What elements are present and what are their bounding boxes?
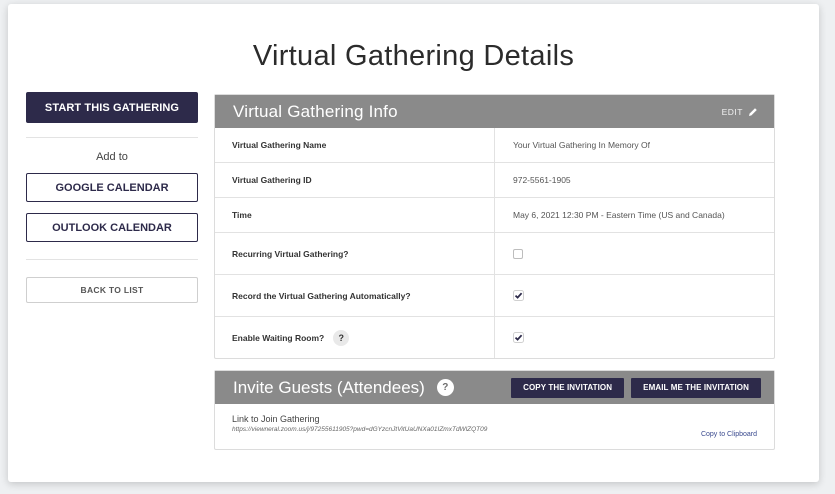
details-card: Virtual Gathering Details START THIS GAT… bbox=[8, 4, 819, 482]
row-value bbox=[495, 233, 774, 274]
help-icon[interactable]: ? bbox=[436, 379, 454, 396]
row-label: Enable Waiting Room? ? bbox=[215, 317, 495, 358]
table-row: Record the Virtual Gathering Automatical… bbox=[215, 274, 774, 316]
copy-to-clipboard-link[interactable]: Copy to Clipboard bbox=[701, 431, 757, 438]
join-link-url[interactable]: https://viewneral.zoom.us/j/97255611905?… bbox=[232, 426, 757, 433]
info-rows: Virtual Gathering Name Your Virtual Gath… bbox=[215, 128, 774, 358]
row-value bbox=[495, 275, 774, 316]
row-value bbox=[495, 317, 774, 358]
row-value: 972-5561-1905 bbox=[513, 175, 571, 185]
row-label: Virtual Gathering Name bbox=[215, 128, 495, 162]
join-link-label: Link to Join Gathering bbox=[232, 414, 320, 424]
row-value: May 6, 2021 12:30 PM - Eastern Time (US … bbox=[513, 210, 725, 220]
email-invitation-button[interactable]: EMAIL ME THE INVITATION bbox=[631, 377, 761, 398]
row-value: Your Virtual Gathering In Memory Of bbox=[513, 140, 651, 150]
row-label: Virtual Gathering ID bbox=[215, 163, 495, 197]
google-calendar-button[interactable]: GOOGLE CALENDAR bbox=[26, 173, 198, 202]
start-gathering-button[interactable]: START THIS GATHERING bbox=[26, 92, 198, 123]
help-icon[interactable]: ? bbox=[333, 329, 350, 346]
add-to-label: Add to bbox=[96, 151, 128, 163]
waiting-room-checkbox[interactable] bbox=[513, 332, 524, 343]
table-row: Time May 6, 2021 12:30 PM - Eastern Time… bbox=[215, 197, 774, 232]
invite-panel-header: Invite Guests (Attendees) ? COPY THE INV… bbox=[215, 371, 774, 404]
row-label: Time bbox=[215, 198, 495, 232]
invite-panel: Invite Guests (Attendees) ? COPY THE INV… bbox=[214, 370, 775, 450]
edit-label: EDIT bbox=[721, 106, 743, 117]
pencil-icon bbox=[749, 107, 757, 116]
table-row: Virtual Gathering Name Your Virtual Gath… bbox=[215, 128, 774, 162]
sidebar: START THIS GATHERING Add to GOOGLE CALEN… bbox=[26, 92, 198, 303]
recurring-checkbox[interactable] bbox=[513, 248, 523, 259]
info-panel-header: Virtual Gathering Info EDIT bbox=[215, 95, 774, 128]
back-to-list-button[interactable]: BACK TO LIST bbox=[26, 277, 198, 303]
sidebar-divider bbox=[26, 137, 198, 138]
outlook-calendar-button[interactable]: OUTLOOK CALENDAR bbox=[26, 213, 198, 242]
info-panel-title: Virtual Gathering Info bbox=[233, 101, 398, 121]
table-row: Recurring Virtual Gathering? bbox=[215, 232, 774, 274]
page-title: Virtual Gathering Details bbox=[252, 40, 575, 72]
table-row: Enable Waiting Room? ? bbox=[215, 316, 774, 358]
copy-invitation-button[interactable]: COPY THE INVITATION bbox=[511, 377, 625, 398]
waiting-room-label: Enable Waiting Room? bbox=[232, 332, 325, 343]
record-checkbox[interactable] bbox=[513, 290, 524, 301]
invite-body: Link to Join Gathering https://viewneral… bbox=[215, 404, 774, 449]
row-label: Record the Virtual Gathering Automatical… bbox=[215, 275, 495, 316]
row-label: Recurring Virtual Gathering? bbox=[215, 233, 495, 274]
table-row: Virtual Gathering ID 972-5561-1905 bbox=[215, 162, 774, 197]
edit-button[interactable]: EDIT bbox=[722, 107, 758, 117]
sidebar-divider bbox=[26, 259, 198, 260]
info-panel: Virtual Gathering Info EDIT Virtual Gath… bbox=[214, 94, 775, 359]
invite-panel-title: Invite Guests (Attendees) bbox=[233, 377, 425, 397]
